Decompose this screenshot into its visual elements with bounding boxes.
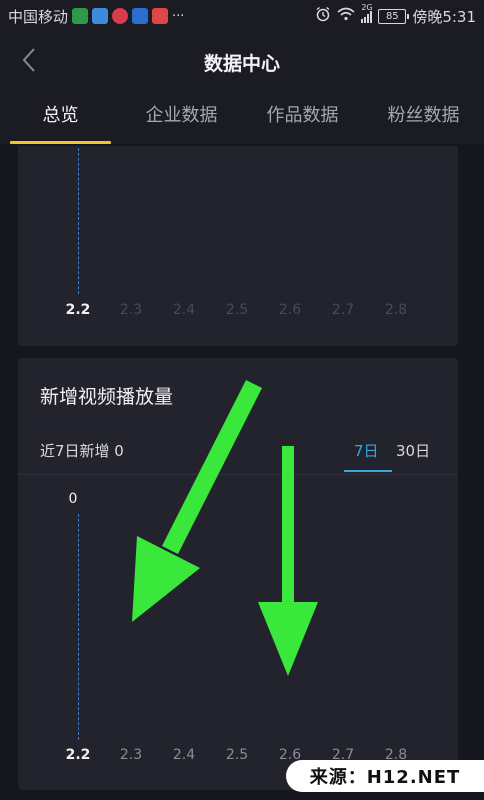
battery-icon: 85 (378, 8, 410, 24)
signal-icon: 2G (361, 3, 373, 23)
status-bar: 中国移动 ··· 2G 85 傍晚5:31 (0, 0, 484, 32)
data-value-label: 0 (68, 491, 78, 507)
back-button[interactable] (16, 46, 42, 78)
clock: 傍晚5:31 (412, 7, 476, 26)
more-notifications: ··· (172, 8, 185, 24)
chart-marker-line (78, 148, 79, 294)
x-tick: 2.6 (278, 302, 302, 318)
carrier-label: 中国移动 (8, 7, 69, 26)
previous-chart-card: 2.2 2.3 2.4 2.5 2.6 2.7 2.8 (18, 146, 458, 346)
x-tick: 2.2 (65, 747, 91, 763)
x-tick: 2.4 (172, 302, 196, 318)
tab-bar: 总览 企业数据 作品数据 粉丝数据 (0, 92, 484, 144)
status-right: 2G 85 傍晚5:31 (315, 3, 476, 27)
x-tick: 2.5 (225, 747, 249, 763)
video-app-icon (72, 8, 89, 24)
tab-fans-data[interactable]: 粉丝数据 (363, 92, 484, 144)
new-video-plays-card: 新增视频播放量 近7日新增 0 7日 30日 0 2.2 2.3 2.4 2.5… (18, 358, 458, 790)
range-tab-30d[interactable]: 30日 (396, 440, 430, 461)
network-type-label: 2G (361, 3, 373, 12)
divider (18, 474, 458, 475)
x-tick: 2.8 (384, 302, 408, 318)
seven-day-summary: 近7日新增 0 (40, 442, 124, 460)
tab-enterprise-data[interactable]: 企业数据 (121, 92, 242, 144)
wifi-icon (337, 7, 355, 25)
x-tick: 2.5 (225, 302, 249, 318)
message-app-icon (112, 8, 129, 24)
header: 数据中心 (0, 32, 484, 92)
x-tick: 2.7 (331, 302, 355, 318)
source-watermark: 来源：H12.NET (286, 760, 484, 792)
x-tick: 2.2 (65, 302, 91, 318)
x-tick: 2.3 (119, 302, 143, 318)
status-left: 中国移动 ··· (8, 6, 184, 27)
previous-chart-x-axis: 2.2 2.3 2.4 2.5 2.6 2.7 2.8 (18, 302, 458, 322)
map-pin-app-icon (152, 8, 169, 24)
shield-app-icon (132, 8, 149, 24)
x-tick: 2.4 (172, 747, 196, 763)
range-selected-underline (344, 470, 392, 472)
tab-works-data[interactable]: 作品数据 (242, 92, 363, 144)
page-title: 数据中心 (203, 52, 280, 75)
x-tick: 2.3 (119, 747, 143, 763)
card-title: 新增视频播放量 (40, 386, 174, 408)
range-tab-7d[interactable]: 7日 (354, 440, 379, 461)
alarm-icon (315, 6, 331, 26)
back-icon (22, 47, 36, 77)
store-app-icon (92, 8, 109, 24)
battery-level: 85 (385, 10, 399, 22)
tab-overview[interactable]: 总览 (0, 92, 121, 144)
chart-marker-line (78, 514, 79, 740)
